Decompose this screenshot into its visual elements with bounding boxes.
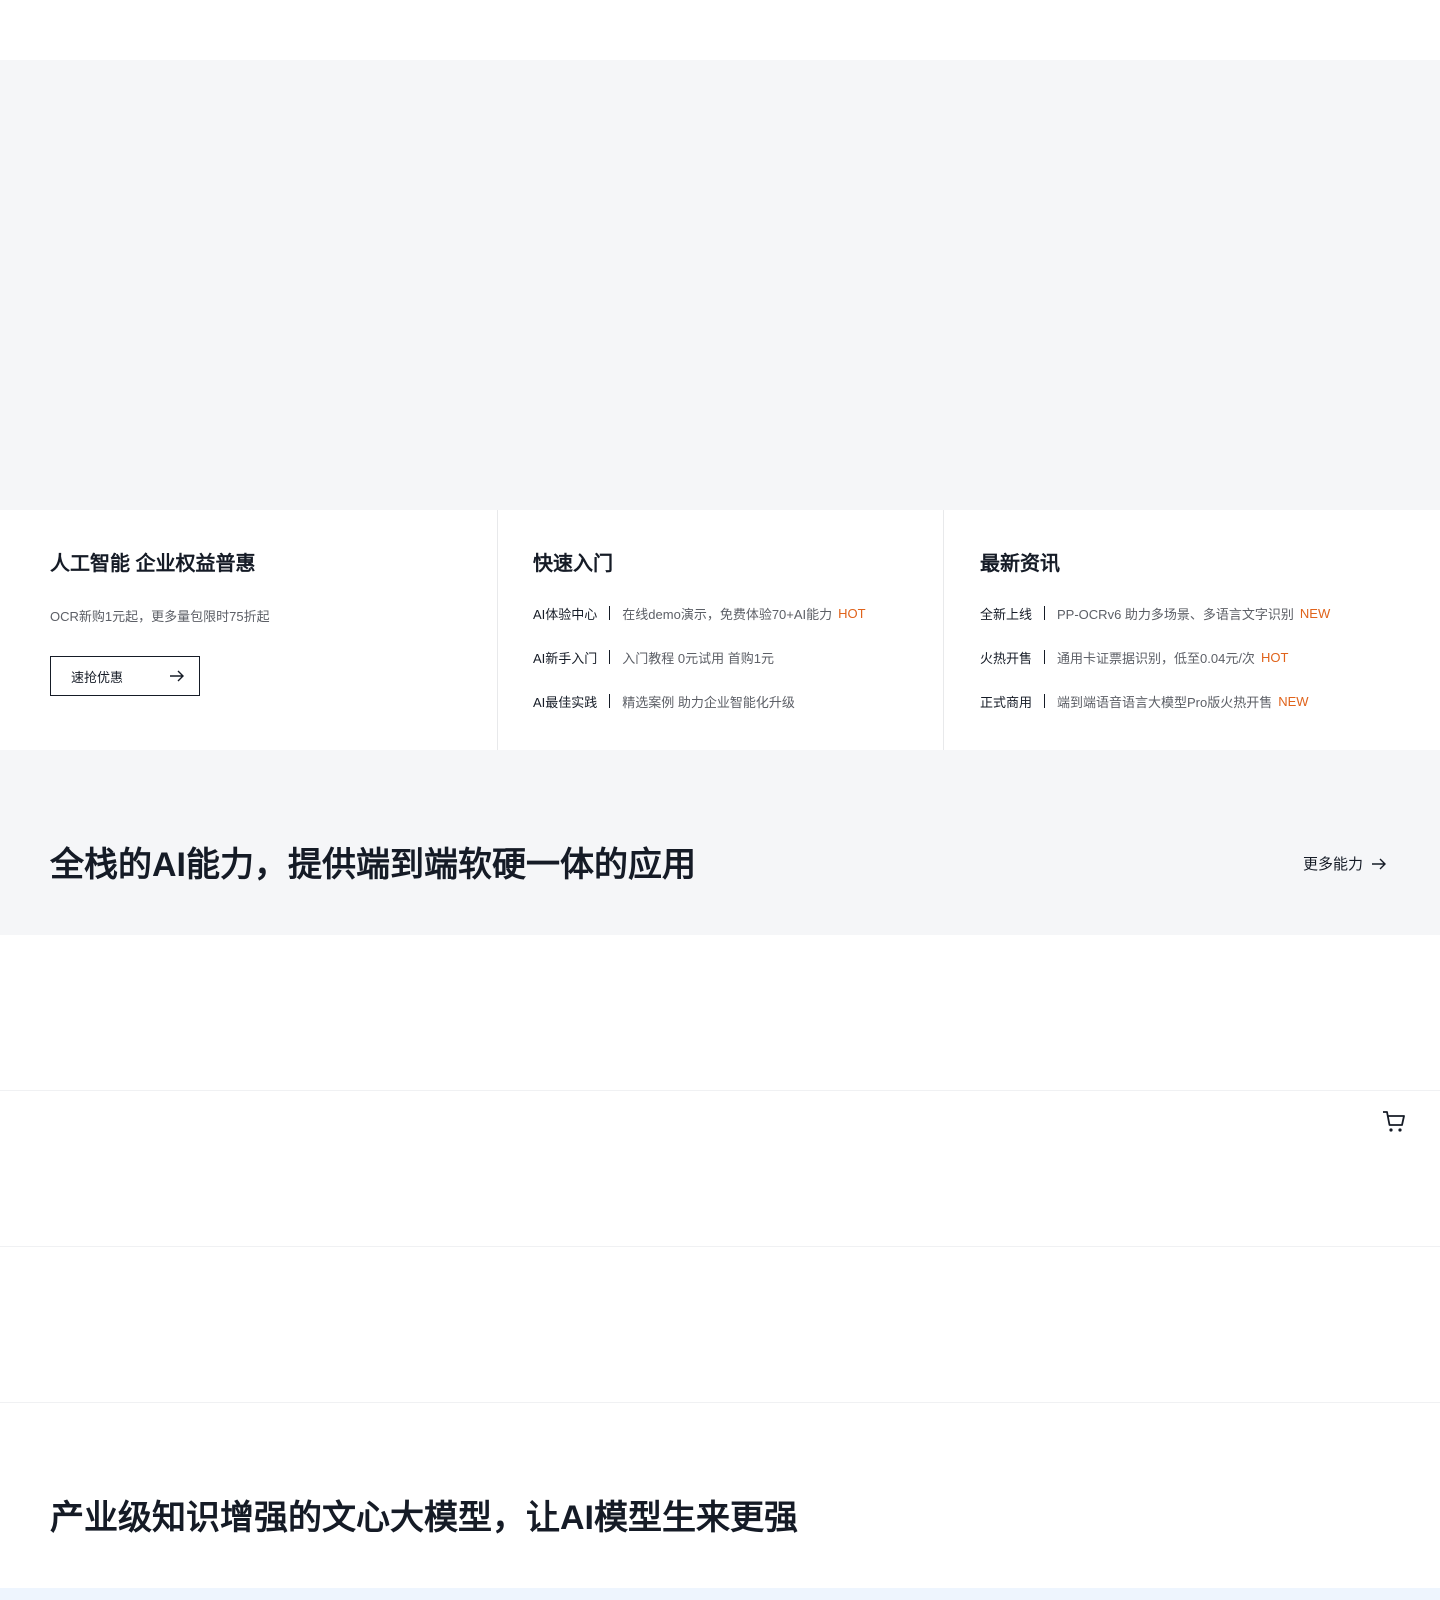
news-item[interactable]: 全新上线 PP-OCRv6 助力多场景、多语言文字识别 NEW bbox=[980, 602, 1330, 624]
benefit-panel: 人工智能 企业权益普惠 OCR新购1元起，更多量包限时75折起 速抢优惠 bbox=[0, 510, 497, 750]
divider bbox=[609, 650, 611, 664]
quickstart-item[interactable]: AI最佳实践 精选案例 助力企业智能化升级 bbox=[533, 690, 866, 712]
benefit-title: 人工智能 企业权益普惠 bbox=[50, 553, 256, 575]
news-list: 全新上线 PP-OCRv6 助力多场景、多语言文字识别 NEW 火热开售 通用卡… bbox=[980, 602, 1330, 734]
arrow-right-icon bbox=[170, 670, 184, 682]
hot-badge: HOT bbox=[1260, 649, 1289, 665]
quickstart-item-text: 精选案例 助力企业智能化升级 bbox=[622, 694, 795, 710]
divider bbox=[609, 694, 611, 708]
model-section-title: 产业级知识增强的文心大模型，让AI模型生来更强 bbox=[50, 1499, 798, 1537]
news-item-text: 通用卡证票据识别，低至0.04元/次 bbox=[1057, 650, 1255, 666]
quickstart-title: 快速入门 bbox=[533, 553, 613, 575]
quickstart-item-key: AI新手入门 bbox=[533, 650, 598, 666]
hot-badge: HOT bbox=[838, 605, 866, 621]
quickstart-item[interactable]: AI体验中心 在线demo演示，免费体验70+AI能力 HOT bbox=[533, 602, 866, 624]
news-item-text: PP-OCRv6 助力多场景、多语言文字识别 bbox=[1057, 606, 1294, 622]
divider bbox=[1044, 606, 1046, 620]
ability-row bbox=[0, 1247, 1440, 1403]
divider bbox=[1044, 694, 1046, 708]
quickstart-item-key: AI体验中心 bbox=[533, 606, 598, 622]
arrow-right-icon bbox=[1372, 858, 1386, 869]
next-section-edge bbox=[0, 1588, 1440, 1600]
quickstart-list: AI体验中心 在线demo演示，免费体验70+AI能力 HOT AI新手入门 入… bbox=[533, 602, 866, 734]
top-nav bbox=[0, 0, 1440, 60]
cart-icon[interactable] bbox=[1381, 1108, 1407, 1134]
benefit-desc: OCR新购1元起，更多量包限时75折起 bbox=[50, 609, 270, 624]
grab-discount-button[interactable]: 速抢优惠 bbox=[50, 656, 200, 696]
news-item-text: 端到端语音语言大模型Pro版火热开售 bbox=[1057, 694, 1273, 710]
new-badge: NEW bbox=[1278, 693, 1309, 709]
ability-row bbox=[0, 935, 1440, 1091]
ability-section-header: 全栈的AI能力，提供端到端软硬一体的应用 更多能力 bbox=[0, 750, 1440, 935]
new-badge: NEW bbox=[1299, 605, 1331, 621]
promo-strip: 人工智能 企业权益普惠 OCR新购1元起，更多量包限时75折起 速抢优惠 快速入… bbox=[0, 510, 1440, 750]
quickstart-item[interactable]: AI新手入门 入门教程 0元试用 首购1元 bbox=[533, 646, 866, 668]
divider bbox=[1044, 650, 1046, 664]
quickstart-panel: 快速入门 AI体验中心 在线demo演示，免费体验70+AI能力 HOT AI新… bbox=[497, 510, 943, 750]
quickstart-item-text: 入门教程 0元试用 首购1元 bbox=[622, 650, 774, 666]
news-item-key: 正式商用 bbox=[980, 694, 1033, 710]
news-item-key: 火热开售 bbox=[980, 650, 1033, 666]
news-item[interactable]: 火热开售 通用卡证票据识别，低至0.04元/次 HOT bbox=[980, 646, 1330, 668]
hero-banner bbox=[0, 60, 1440, 510]
more-abilities-label: 更多能力 bbox=[1302, 856, 1363, 873]
ability-title: 全栈的AI能力，提供端到端软硬一体的应用 bbox=[50, 846, 696, 884]
quickstart-item-key: AI最佳实践 bbox=[533, 694, 598, 710]
divider bbox=[609, 606, 611, 620]
more-abilities-link[interactable]: 更多能力 bbox=[1303, 853, 1387, 874]
news-item[interactable]: 正式商用 端到端语音语言大模型Pro版火热开售 NEW bbox=[980, 690, 1330, 712]
news-panel: 最新资讯 全新上线 PP-OCRv6 助力多场景、多语言文字识别 NEW 火热开… bbox=[943, 510, 1440, 750]
news-item-key: 全新上线 bbox=[980, 606, 1033, 622]
grab-discount-label: 速抢优惠 bbox=[71, 669, 124, 685]
news-title: 最新资讯 bbox=[980, 553, 1060, 575]
quickstart-item-text: 在线demo演示，免费体验70+AI能力 bbox=[622, 606, 833, 622]
ability-row bbox=[0, 1091, 1440, 1247]
